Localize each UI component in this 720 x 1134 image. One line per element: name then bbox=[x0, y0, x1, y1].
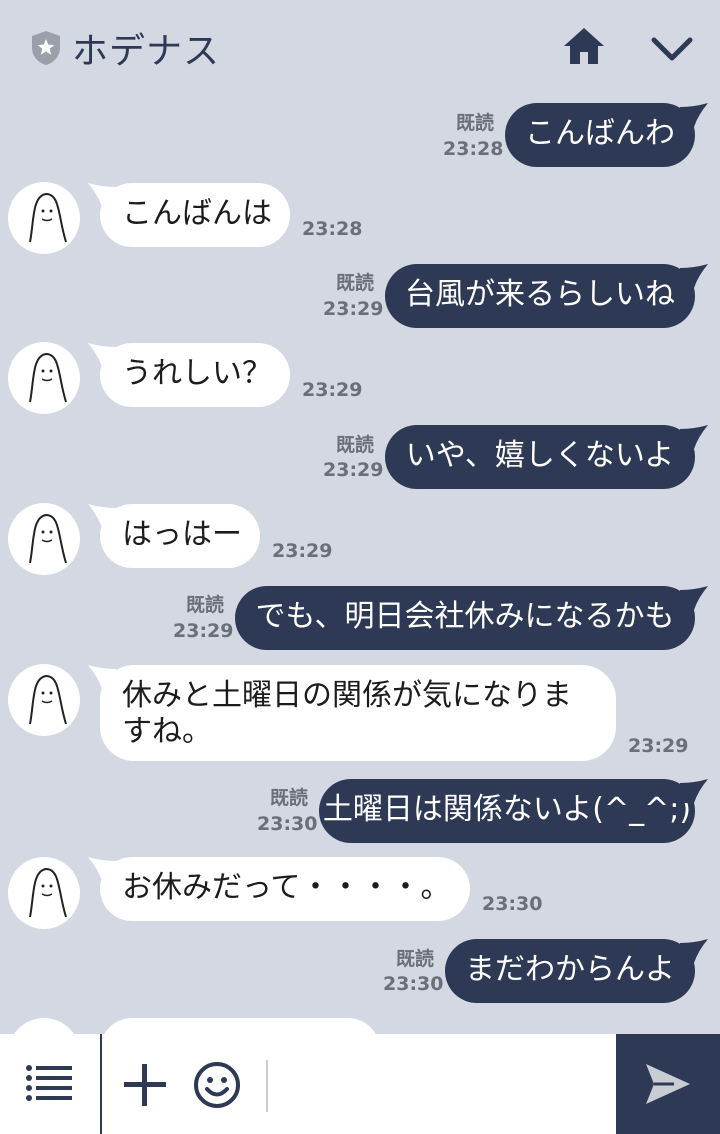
message-time: 23:29 bbox=[323, 459, 384, 481]
read-receipt: 既読 bbox=[335, 434, 374, 456]
message-time: 23:29 bbox=[323, 298, 384, 320]
message-input[interactable] bbox=[280, 1054, 604, 1116]
send-icon bbox=[646, 1064, 690, 1104]
chevron-down-icon[interactable] bbox=[648, 34, 696, 66]
outgoing-message-bubble[interactable]: まだわからんよ bbox=[445, 939, 695, 1003]
message-time: 23:29 bbox=[628, 735, 689, 757]
avatar-face-icon bbox=[29, 352, 67, 403]
avatar[interactable] bbox=[8, 664, 80, 736]
message-time: 23:29 bbox=[302, 379, 363, 401]
plus-icon[interactable] bbox=[120, 1060, 170, 1110]
read-receipt: 既読 bbox=[185, 594, 224, 616]
bubble-tail bbox=[680, 425, 708, 449]
menu-icon[interactable] bbox=[24, 1064, 74, 1104]
chat-title[interactable]: ホデナス bbox=[72, 22, 220, 74]
read-receipt: 既読 bbox=[335, 272, 374, 294]
smile-icon[interactable] bbox=[192, 1060, 242, 1110]
outgoing-message-bubble[interactable]: でも、明日会社休みになるかも bbox=[235, 586, 695, 650]
avatar-face-icon bbox=[29, 513, 67, 564]
read-receipt: 既読 bbox=[395, 948, 434, 970]
avatar[interactable] bbox=[8, 503, 80, 575]
bubble-tail bbox=[680, 264, 708, 288]
avatar[interactable] bbox=[8, 182, 80, 254]
outgoing-message-bubble[interactable]: 台風が来るらしいね bbox=[385, 264, 695, 328]
avatar-face-icon bbox=[29, 867, 67, 918]
incoming-message-bubble[interactable]: こんばんは bbox=[100, 183, 290, 247]
incoming-message-bubble[interactable]: お休みだって・・・・。 bbox=[100, 857, 470, 921]
incoming-message-bubble[interactable]: はっはー bbox=[100, 504, 260, 568]
avatar-face-icon bbox=[29, 674, 67, 725]
bubble-tail bbox=[680, 779, 708, 803]
avatar[interactable] bbox=[8, 342, 80, 414]
message-time: 23:29 bbox=[272, 540, 333, 562]
bubble-tail bbox=[680, 939, 708, 963]
divider bbox=[266, 1060, 268, 1112]
message-time: 23:30 bbox=[482, 893, 543, 915]
read-receipt: 既読 bbox=[455, 112, 494, 134]
incoming-message-bubble[interactable]: うれしい？ bbox=[100, 343, 290, 407]
bubble-tail bbox=[680, 103, 708, 127]
divider bbox=[100, 1034, 102, 1134]
outgoing-message-bubble[interactable]: 土曜日は関係ないよ(^_^;) bbox=[319, 779, 695, 843]
shield-star-icon bbox=[32, 31, 60, 65]
message-time: 23:28 bbox=[302, 218, 363, 240]
outgoing-message-bubble[interactable]: こんばんわ bbox=[505, 103, 695, 167]
chat-header: ホデナス bbox=[0, 0, 720, 92]
message-time: 23:29 bbox=[173, 620, 234, 642]
message-time: 23:30 bbox=[383, 973, 444, 995]
read-receipt: 既読 bbox=[269, 787, 308, 809]
incoming-message-bubble[interactable]: 休みと土曜日の関係が気になりますね。 bbox=[100, 665, 616, 761]
home-icon[interactable] bbox=[562, 26, 606, 66]
avatar-face-icon bbox=[29, 192, 67, 243]
avatar[interactable] bbox=[8, 857, 80, 929]
send-button[interactable] bbox=[616, 1034, 720, 1134]
message-time: 23:30 bbox=[257, 813, 318, 835]
message-input-bar bbox=[0, 1034, 720, 1134]
outgoing-message-bubble[interactable]: いや、嬉しくないよ bbox=[385, 425, 695, 489]
message-time: 23:28 bbox=[443, 138, 504, 160]
bubble-tail bbox=[680, 586, 708, 610]
